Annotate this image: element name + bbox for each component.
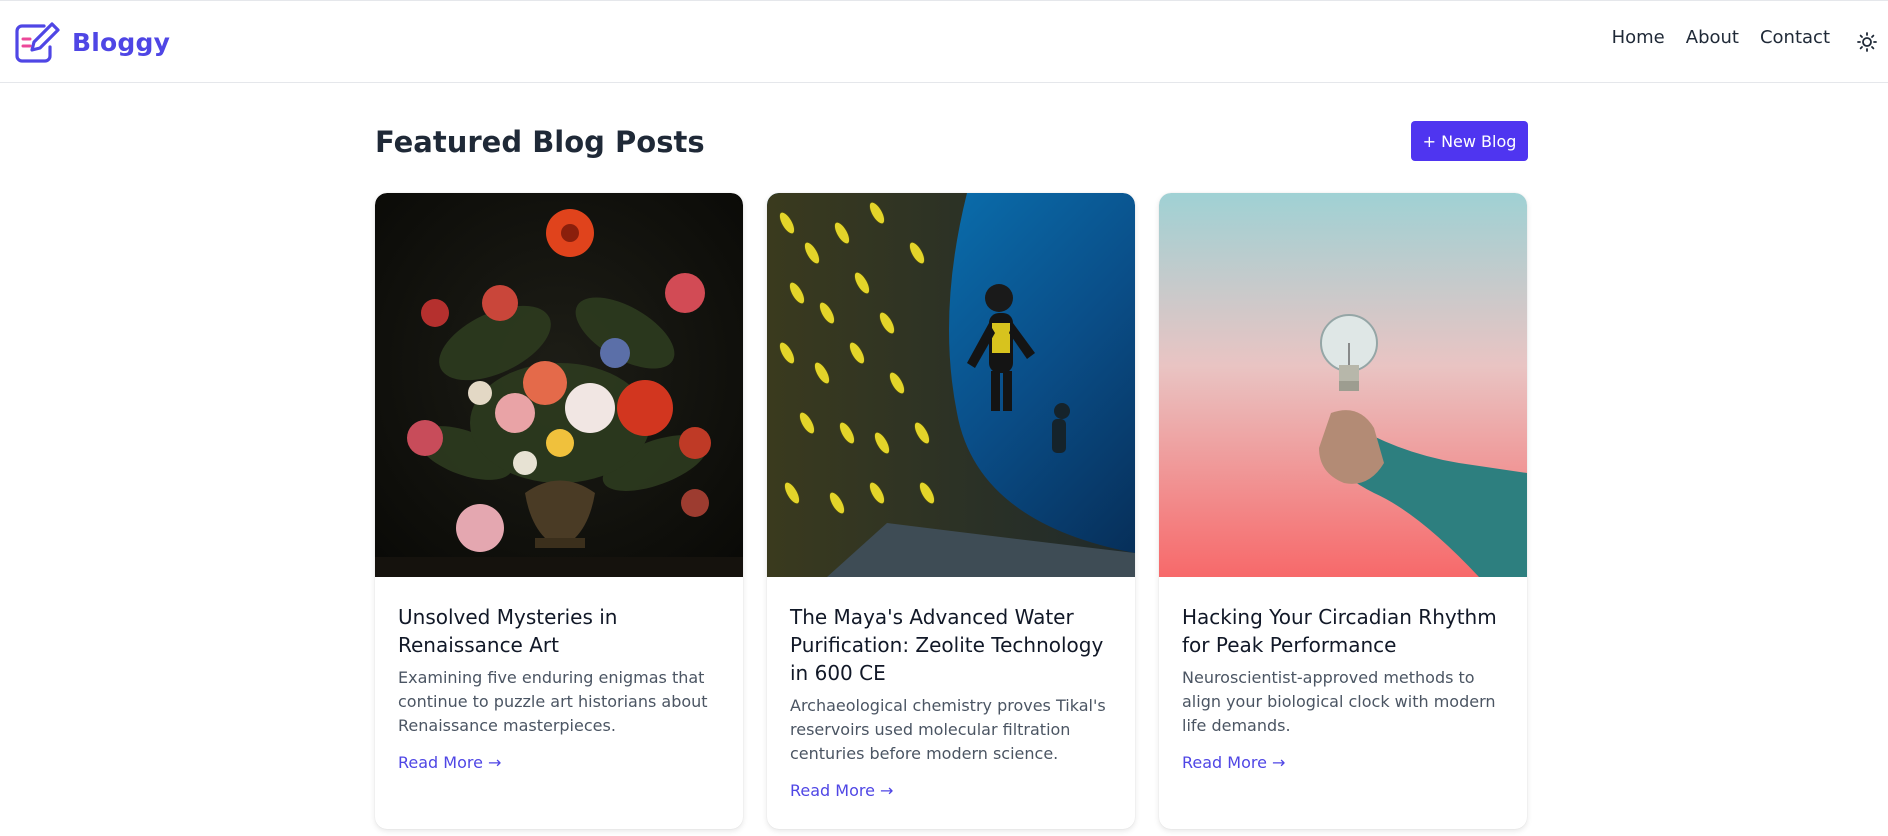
read-more-link[interactable]: Read More → — [398, 753, 501, 772]
blog-card: The Maya's Advanced Water Purification: … — [767, 193, 1135, 829]
flower-painting-image — [375, 193, 743, 577]
site-header: Bloggy Home About Contact — [0, 0, 1888, 83]
blog-card-title[interactable]: Hacking Your Circadian Rhythm for Peak P… — [1182, 603, 1504, 659]
blog-card: Hacking Your Circadian Rhythm for Peak P… — [1159, 193, 1527, 829]
read-more-link[interactable]: Read More → — [790, 781, 893, 800]
blog-card-title[interactable]: The Maya's Advanced Water Purification: … — [790, 603, 1112, 687]
main-nav: Home About Contact — [1591, 27, 1830, 48]
new-blog-button[interactable]: + New Blog — [1411, 121, 1528, 161]
page-title: Featured Blog Posts — [375, 125, 705, 159]
scuba-diver-image — [767, 193, 1135, 577]
nav-home[interactable]: Home — [1612, 27, 1665, 48]
blog-card-description: Neuroscientist-approved methods to align… — [1182, 668, 1496, 735]
blog-card: Unsolved Mysteries in Renaissance Art Ex… — [375, 193, 743, 829]
nav-contact[interactable]: Contact — [1760, 27, 1830, 48]
brand-name: Bloggy — [72, 27, 171, 57]
sun-icon — [1857, 32, 1877, 52]
nav-about[interactable]: About — [1686, 27, 1739, 48]
blog-card-image[interactable] — [1159, 193, 1527, 577]
brand-link[interactable]: Bloggy — [14, 21, 170, 63]
blog-card-image[interactable] — [375, 193, 743, 577]
blog-card-description: Examining five enduring enigmas that con… — [398, 668, 708, 735]
blog-card-description: Archaeological chemistry proves Tikal's … — [790, 696, 1106, 763]
blog-card-image[interactable] — [767, 193, 1135, 577]
pencil-note-icon — [15, 22, 60, 63]
theme-toggle-button[interactable] — [1855, 30, 1879, 54]
light-bulb-image — [1159, 193, 1527, 577]
blog-card-grid: Unsolved Mysteries in Renaissance Art Ex… — [375, 193, 1528, 829]
read-more-link[interactable]: Read More → — [1182, 753, 1285, 772]
blog-card-title[interactable]: Unsolved Mysteries in Renaissance Art — [398, 603, 720, 659]
